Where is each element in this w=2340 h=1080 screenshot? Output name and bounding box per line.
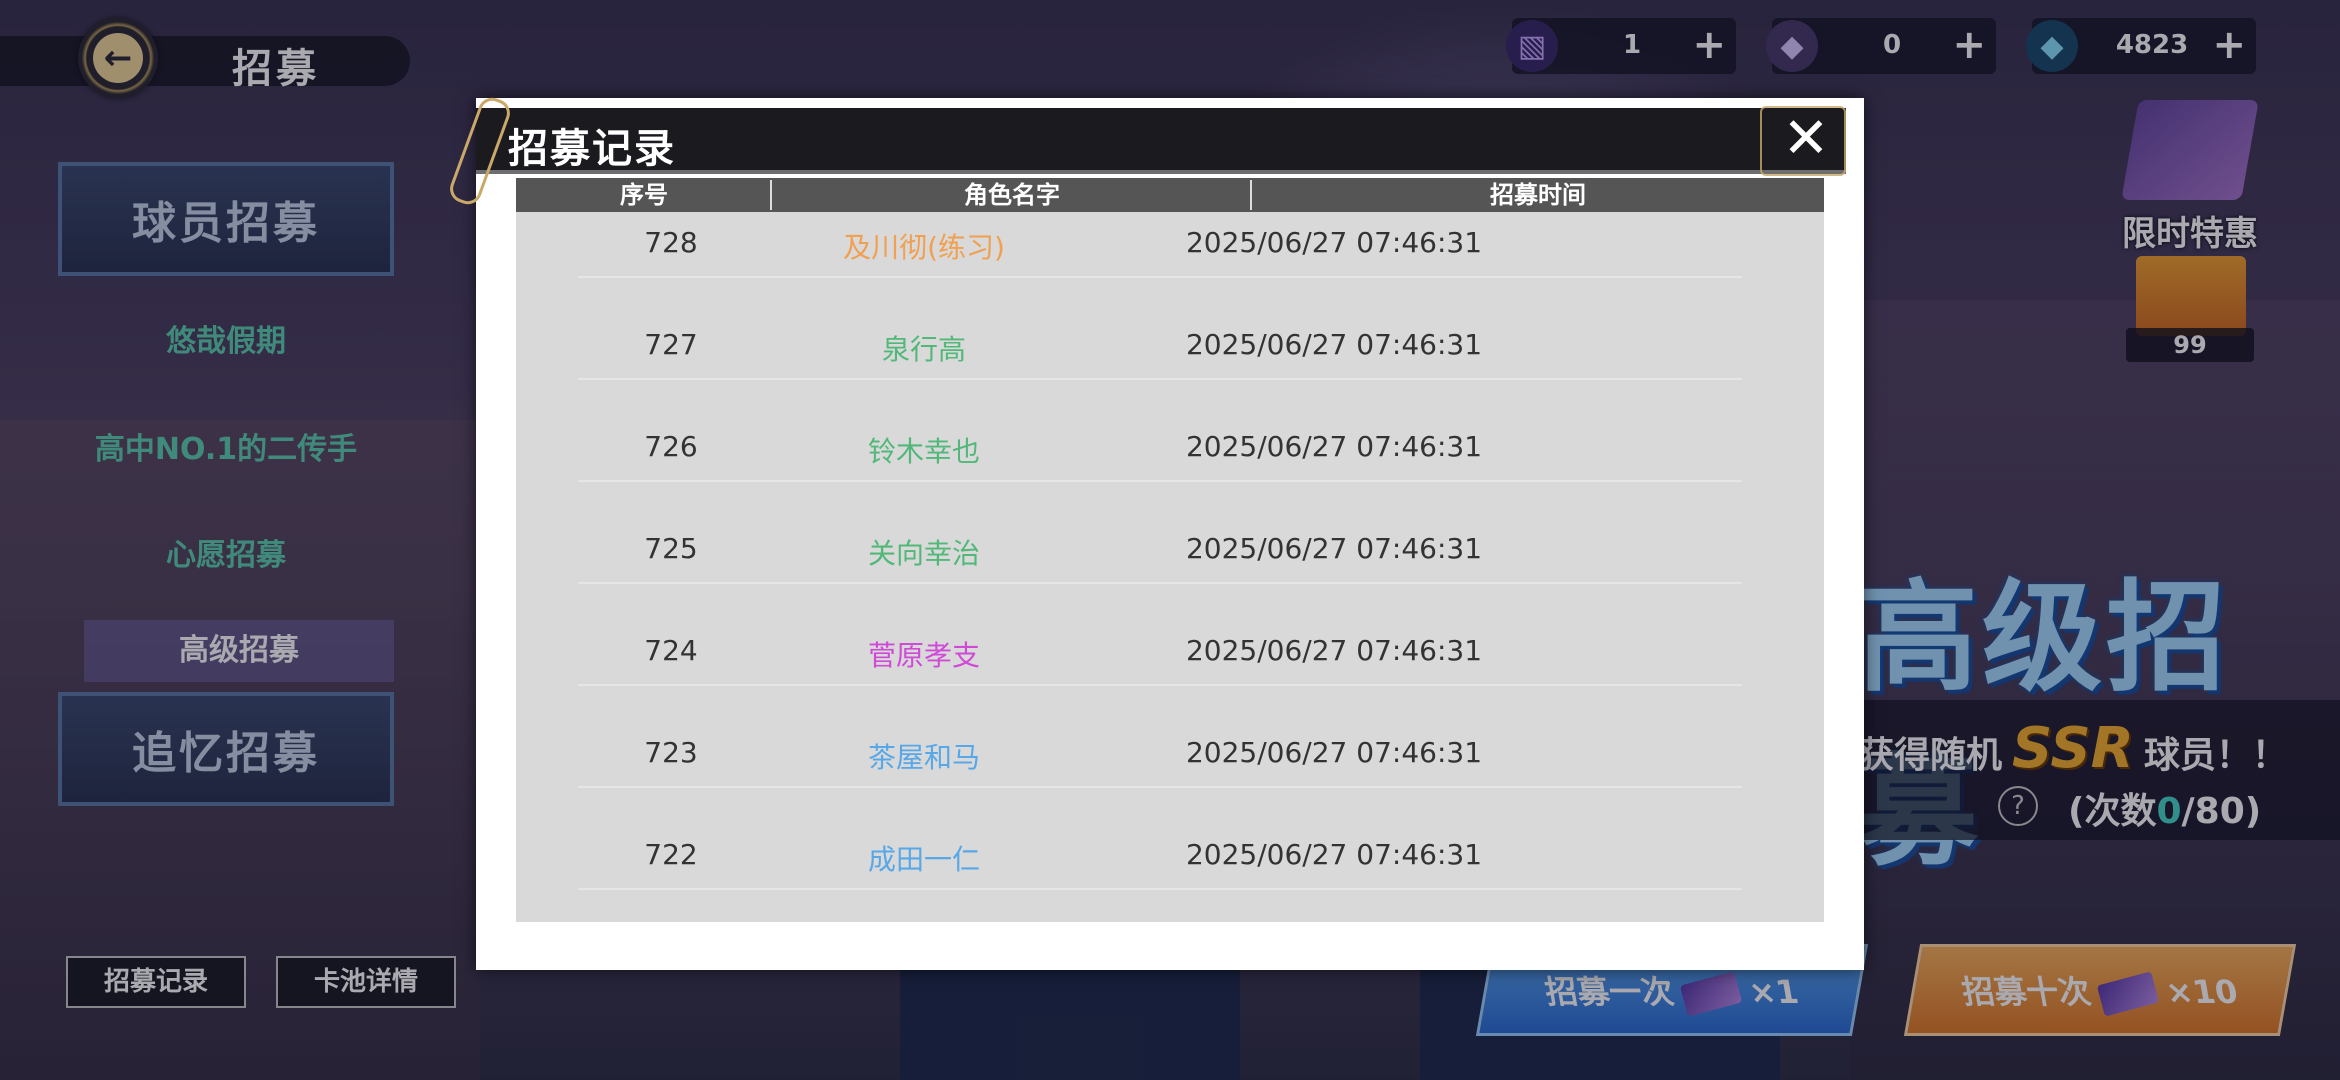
row-no: 725 <box>644 532 698 565</box>
row-time: 2025/06/27 07:46:31 <box>1185 532 1483 565</box>
row-name: 茶屋和马 <box>867 741 980 774</box>
row-time: 2025/06/27 07:46:31 <box>1185 328 1483 361</box>
table-row: 726 铃木幸也 2025/06/27 07:46:31 <box>578 412 1742 482</box>
row-name: 成田一仁 <box>867 843 980 876</box>
row-no: 723 <box>644 736 698 769</box>
row-no: 722 <box>644 838 698 871</box>
row-no: 727 <box>644 328 698 361</box>
table-row: 727 泉行高 2025/06/27 07:46:31 <box>578 310 1742 380</box>
row-name: 泉行高 <box>881 333 966 366</box>
row-time: 2025/06/27 07:46:31 <box>1185 736 1483 769</box>
row-time: 2025/06/27 07:46:31 <box>1185 838 1483 871</box>
column-header-time: 招募时间 <box>1490 181 1586 209</box>
row-time: 2025/06/27 07:46:31 <box>1185 634 1483 667</box>
close-icon: ✕ <box>1782 105 1830 171</box>
record-table[interactable]: 序号 角色名字 招募时间 728 及川彻(练习) 2025/06/27 07:4… <box>516 178 1824 922</box>
table-row: 722 成田一仁 2025/06/27 07:46:31 <box>578 820 1742 890</box>
row-name: 及川彻(练习) <box>843 231 1005 264</box>
column-header-no: 序号 <box>516 178 772 212</box>
row-no: 728 <box>644 226 698 259</box>
row-name: 铃木幸也 <box>867 435 980 468</box>
table-row: 724 菅原孝支 2025/06/27 07:46:31 <box>578 616 1742 686</box>
row-name: 关向幸治 <box>867 537 980 570</box>
dialog-title: 招募记录 <box>508 126 676 172</box>
column-header-name: 角色名字 <box>772 178 1252 212</box>
dialog-header: 招募记录 ✕ <box>446 93 1846 209</box>
row-name: 菅原孝支 <box>867 639 980 672</box>
row-time: 2025/06/27 07:46:31 <box>1185 430 1483 463</box>
recruit-record-dialog: 招募记录 ✕ 序号 角色名字 招募时间 728 及川彻(练习) 2025/06/… <box>446 93 1864 970</box>
table-header: 序号 角色名字 招募时间 <box>516 178 1824 212</box>
row-time: 2025/06/27 07:46:31 <box>1185 226 1483 259</box>
close-button[interactable]: ✕ <box>1770 105 1842 171</box>
table-row: 725 关向幸治 2025/06/27 07:46:31 <box>578 514 1742 584</box>
row-no: 726 <box>644 430 698 463</box>
table-row: 723 茶屋和马 2025/06/27 07:46:31 <box>578 718 1742 788</box>
row-no: 724 <box>644 634 698 667</box>
table-row: 728 及川彻(练习) 2025/06/27 07:46:31 <box>578 208 1742 278</box>
